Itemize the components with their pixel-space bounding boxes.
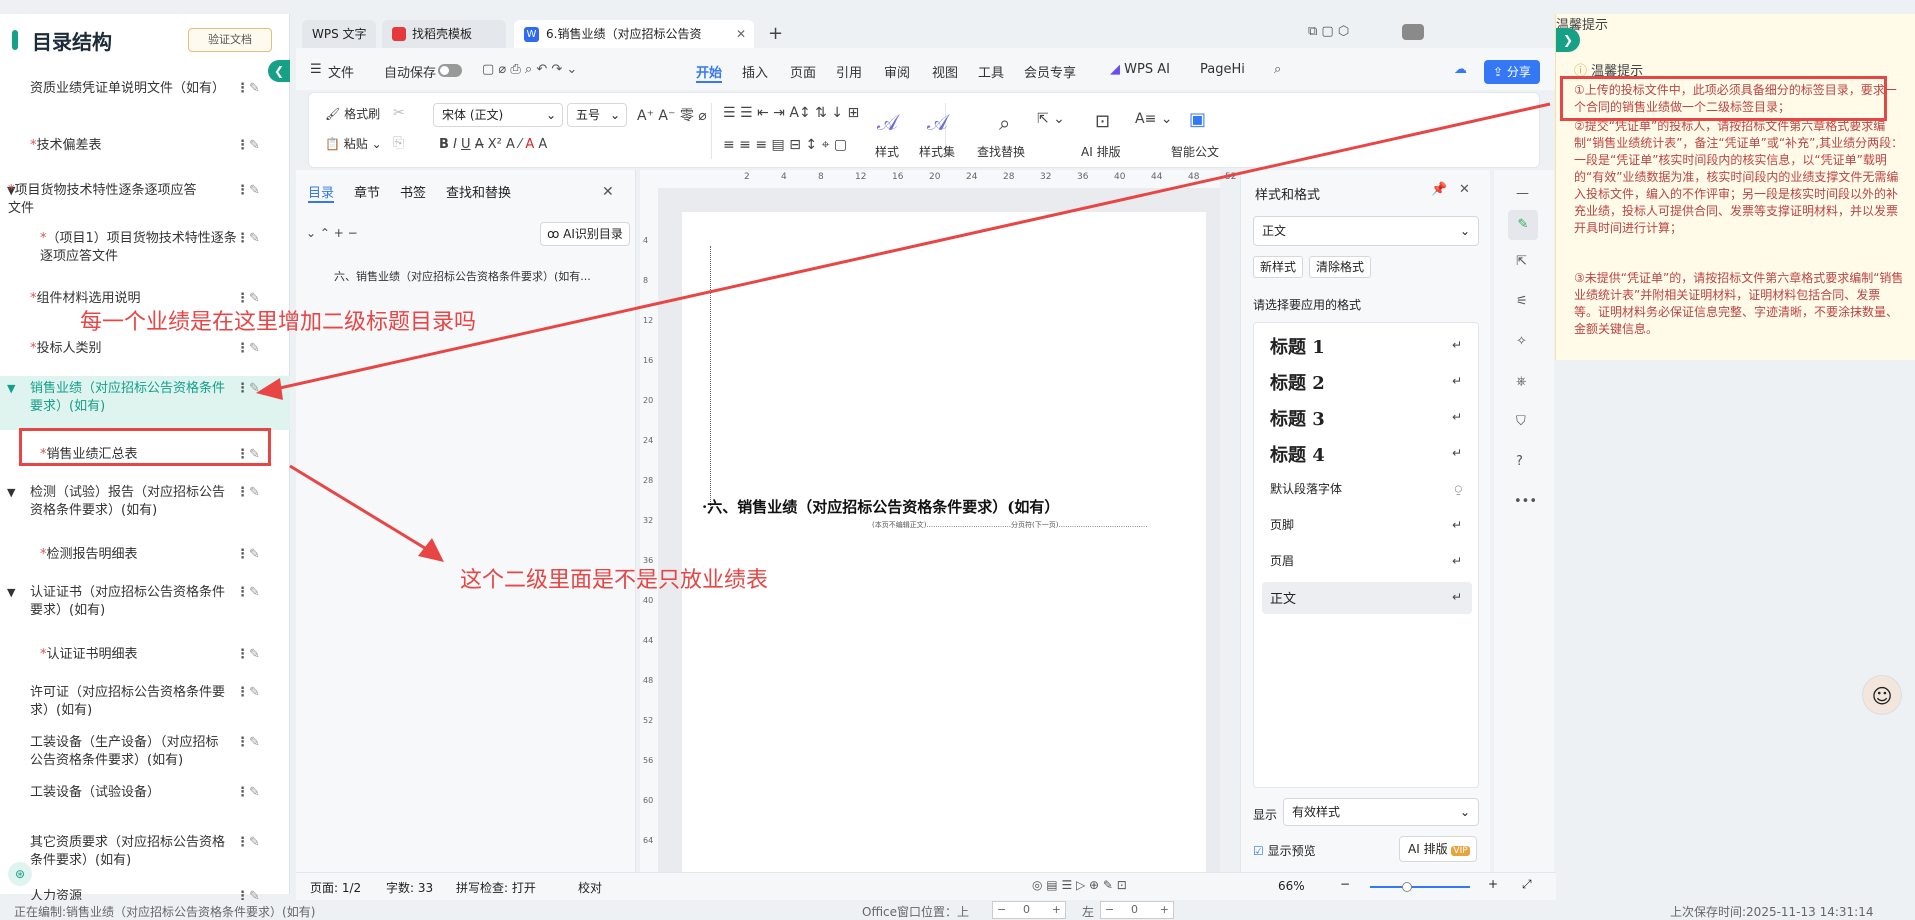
annotation-arrows [256, 102, 1551, 562]
annotation-arrow-1 [261, 102, 1551, 394]
annotation-arrowhead-1 [256, 378, 283, 400]
annotation-arrow-2 [289, 464, 439, 558]
annotation-arrowhead-2 [418, 538, 444, 562]
